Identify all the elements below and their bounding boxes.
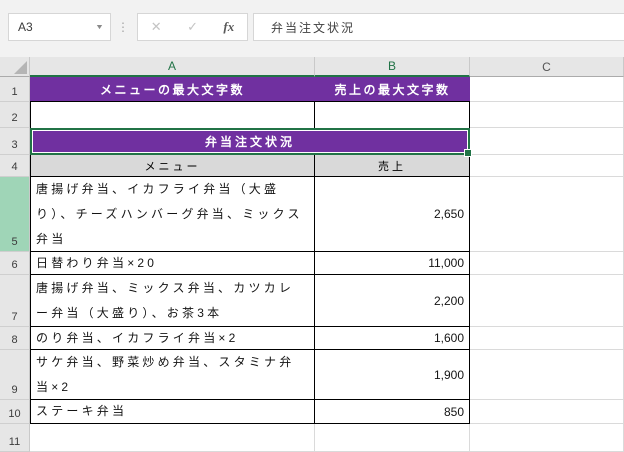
cell-C8[interactable]: [470, 327, 624, 350]
column-header-row: ABC: [0, 57, 624, 77]
cell-A6[interactable]: 日替わり弁当×20: [30, 252, 315, 275]
cancel-icon[interactable]: ✕: [151, 19, 162, 35]
menu-text: 唐揚げ弁当、ミックス弁当、カツカレー弁当（大盛り）、お茶3本: [36, 280, 295, 320]
cell-B7[interactable]: 2,200: [315, 275, 470, 327]
chevron-down-icon[interactable]: ▼: [95, 24, 104, 31]
column-header-A[interactable]: A: [30, 57, 315, 77]
select-all-triangle-icon: [14, 61, 27, 74]
cell-A4[interactable]: メニュー: [30, 155, 315, 177]
cell-B11[interactable]: [315, 424, 470, 452]
sheet-row: 4 メニュー 売上: [0, 155, 624, 177]
cell-C4[interactable]: [470, 155, 624, 177]
row-header-11[interactable]: 11: [0, 424, 30, 452]
insert-function-icon[interactable]: fx: [223, 19, 234, 35]
name-box[interactable]: A3 ▼: [8, 13, 111, 41]
menu-text: 日替わり弁当×20: [36, 255, 158, 270]
menu-text: のり弁当、イカフライ弁当×2: [36, 330, 239, 345]
cell-C5[interactable]: [470, 177, 624, 252]
column-header-B[interactable]: B: [315, 57, 470, 77]
sheet-row: 7 唐揚げ弁当、ミックス弁当、カツカレー弁当（大盛り）、お茶3本 2,200: [0, 275, 624, 327]
formula-buttons-panel: ✕ ✓ fx: [137, 13, 248, 41]
row-header-9[interactable]: 9: [0, 350, 30, 400]
cell-A7[interactable]: 唐揚げ弁当、ミックス弁当、カツカレー弁当（大盛り）、お茶3本: [30, 275, 315, 327]
enter-icon[interactable]: ✓: [187, 19, 198, 35]
cell-A1[interactable]: メニューの最大文字数: [30, 77, 315, 102]
spreadsheet-grid: A B C 1 メニューの最大文字数 売上の最大文字数 2 3 弁当注文状況 4 メニュー 売上 5 唐揚…: [0, 57, 624, 452]
cell-C9[interactable]: [470, 350, 624, 400]
cell-C2[interactable]: [470, 102, 624, 128]
cell-B10[interactable]: 850: [315, 400, 470, 424]
row-header-6[interactable]: 6: [0, 252, 30, 275]
formula-bar-value: 弁当注文状況: [271, 20, 356, 35]
toolbar-grip-icon: ⋮: [117, 20, 129, 34]
menu-text: ステーキ弁当: [36, 404, 128, 418]
cell-B4[interactable]: 売上: [315, 155, 470, 177]
sheet-row: 3 弁当注文状況: [0, 128, 624, 157]
cell-A5[interactable]: 唐揚げ弁当、イカフライ弁当（大盛り）、チーズハンバーグ弁当、ミックス弁当: [30, 177, 315, 252]
cell-A2[interactable]: [30, 102, 315, 128]
cell-A10[interactable]: ステーキ弁当: [30, 400, 315, 424]
row-header-10[interactable]: 10: [0, 400, 30, 424]
name-box-value: A3: [18, 20, 33, 34]
sheet-row: 5 唐揚げ弁当、イカフライ弁当（大盛り）、チーズハンバーグ弁当、ミックス弁当 2,6…: [0, 177, 624, 252]
row-header-7[interactable]: 7: [0, 275, 30, 327]
cell-B2[interactable]: [315, 102, 470, 128]
select-all-button[interactable]: [0, 57, 30, 77]
cell-C1[interactable]: [470, 77, 624, 102]
sheet-row: 11: [0, 424, 624, 452]
menu-text: サケ弁当、野菜炒め弁当、スタミナ弁当×2: [36, 354, 295, 394]
formula-bar[interactable]: 弁当注文状況: [253, 13, 624, 41]
fill-handle[interactable]: [464, 149, 472, 157]
cell-C11[interactable]: [470, 424, 624, 452]
column-header-C[interactable]: C: [470, 57, 624, 77]
cell-A9[interactable]: サケ弁当、野菜炒め弁当、スタミナ弁当×2: [30, 350, 315, 400]
cell-C3[interactable]: [470, 128, 624, 155]
row-header-8[interactable]: 8: [0, 327, 30, 350]
sheet-row: 6 日替わり弁当×20 11,000: [0, 252, 624, 275]
sheet-row: 10 ステーキ弁当 850: [0, 400, 624, 424]
sheet-row: 2: [0, 102, 624, 128]
sheet-row: 8 のり弁当、イカフライ弁当×2 1,600: [0, 327, 624, 350]
cell-A11[interactable]: [30, 424, 315, 452]
row-header-1[interactable]: 1: [0, 77, 30, 102]
cell-A8[interactable]: のり弁当、イカフライ弁当×2: [30, 327, 315, 350]
cell-C6[interactable]: [470, 252, 624, 275]
cell-B1[interactable]: 売上の最大文字数: [315, 77, 470, 102]
row-header-2[interactable]: 2: [0, 102, 30, 128]
row-header-5[interactable]: 5: [0, 177, 30, 252]
spreadsheet-window: A3 ▼ ⋮ ✕ ✓ fx 弁当注文状況 A B C 1 メニューの最大文字数 売上の最大…: [0, 0, 624, 452]
row-header-4[interactable]: 4: [0, 155, 30, 177]
row-header-3[interactable]: 3: [0, 128, 30, 155]
cell-C7[interactable]: [470, 275, 624, 327]
cell-C10[interactable]: [470, 400, 624, 424]
cell-B5[interactable]: 2,650: [315, 177, 470, 252]
cell-B9[interactable]: 1,900: [315, 350, 470, 400]
cell-B8[interactable]: 1,600: [315, 327, 470, 350]
sheet-row: 1 メニューの最大文字数 売上の最大文字数: [0, 77, 624, 102]
formula-toolbar: A3 ▼ ⋮ ✕ ✓ fx 弁当注文状況: [0, 0, 624, 57]
menu-text: 唐揚げ弁当、イカフライ弁当（大盛り）、チーズハンバーグ弁当、ミックス弁当: [36, 181, 303, 246]
cell-B6[interactable]: 11,000: [315, 252, 470, 275]
sheet-row: 9 サケ弁当、野菜炒め弁当、スタミナ弁当×2 1,900: [0, 350, 624, 400]
selected-cell-A3[interactable]: 弁当注文状況: [30, 128, 472, 157]
